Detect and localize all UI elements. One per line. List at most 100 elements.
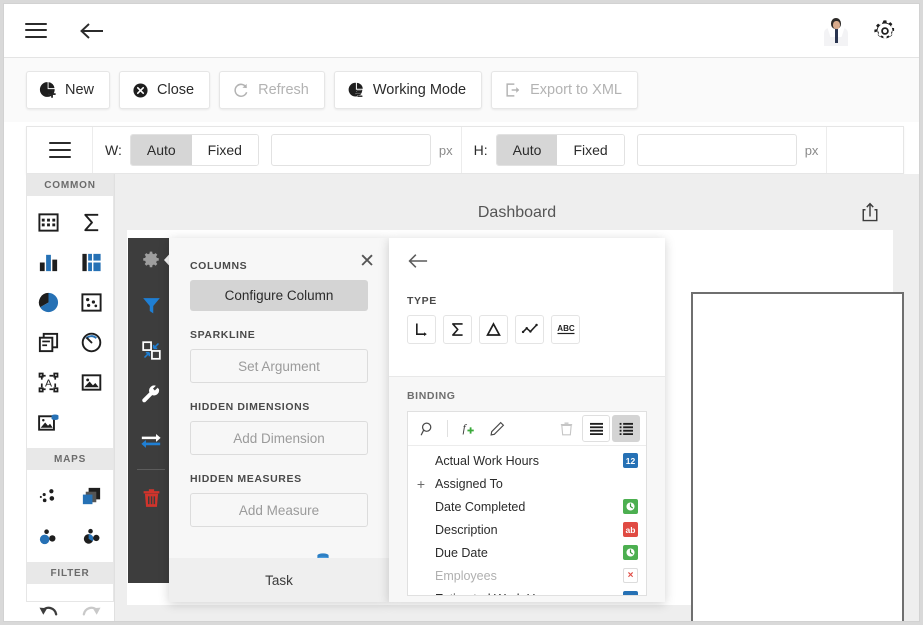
width-value-input[interactable] (270, 134, 431, 166)
field-name: Employees (435, 568, 497, 583)
field-name: Description (435, 522, 498, 537)
dimension-axis-icon[interactable] (407, 315, 436, 344)
add-dimension-button[interactable]: Add Dimension (190, 421, 368, 455)
columns-section-label: COLUMNS (190, 260, 248, 272)
height-controls: H: Auto Fixed px (462, 127, 827, 173)
hidden-dimensions-section-label: HIDDEN DIMENSIONS (190, 401, 310, 413)
list-item[interactable]: + Assigned To (408, 472, 646, 495)
bubble-map-icon[interactable] (27, 516, 70, 556)
close-icon[interactable]: ✕ (359, 252, 375, 271)
search-icon[interactable] (414, 416, 442, 442)
height-auto-option[interactable]: Auto (496, 135, 558, 165)
rail-item-filter[interactable] (128, 283, 174, 328)
choropleth-map-icon[interactable] (70, 476, 113, 516)
add-measure-button[interactable]: Add Measure (190, 493, 368, 527)
new-chart-icon (39, 81, 57, 99)
text-box-icon[interactable]: A (27, 362, 70, 402)
working-mode-button[interactable]: Working Mode (333, 71, 483, 109)
height-value-input[interactable] (636, 134, 797, 166)
action-toolbar: New Close Refresh Working Mode Export to… (4, 58, 919, 122)
width-mode-toggle[interactable]: Auto Fixed (129, 134, 259, 166)
rail-item-settings[interactable] (128, 238, 175, 283)
grid-table-icon[interactable] (27, 202, 70, 242)
data-source-value[interactable]: Task (169, 558, 389, 602)
expander-plus-icon[interactable]: + (414, 477, 428, 491)
type-binding-panel: TYPE ABC BINDING f Actual Work Hours 12 … (389, 238, 665, 602)
close-button[interactable]: Close (119, 71, 211, 109)
tree-view-icon[interactable] (612, 415, 640, 442)
field-type-badge-unavailable: × (623, 568, 638, 583)
list-item[interactable]: Estimated Work Hours 12 (408, 587, 646, 595)
undo-icon[interactable] (27, 590, 70, 621)
field-type-badge-date (623, 499, 638, 514)
width-fixed-option[interactable]: Fixed (191, 135, 258, 165)
trash-icon[interactable] (552, 416, 580, 442)
configure-column-button[interactable]: Configure Column (190, 280, 368, 311)
svg-text:ABC: ABC (557, 324, 575, 333)
bar-chart-icon[interactable] (27, 242, 70, 282)
scatter-plot-icon[interactable] (70, 282, 113, 322)
pie-chart-icon[interactable] (27, 282, 70, 322)
new-button[interactable]: New (26, 71, 111, 109)
text-abc-icon[interactable]: ABC (551, 315, 580, 344)
dot-map-icon[interactable] (27, 476, 70, 516)
gear-icon[interactable] (863, 9, 907, 53)
list-item[interactable]: Description ab (408, 518, 646, 541)
field-type-badge-number: 12 (623, 591, 638, 595)
image-icon[interactable] (70, 362, 113, 402)
rail-item-swap[interactable] (128, 418, 174, 463)
image-data-icon[interactable] (27, 402, 70, 442)
width-auto-option[interactable]: Auto (130, 135, 192, 165)
list-item[interactable]: Employees × (408, 564, 646, 587)
palette-section-filter-header: FILTER (27, 562, 113, 584)
user-avatar[interactable] (823, 16, 849, 46)
delta-icon[interactable] (479, 315, 508, 344)
share-export-icon[interactable] (861, 202, 879, 227)
bar-stacked-icon[interactable] (70, 242, 113, 282)
field-name: Due Date (435, 545, 488, 560)
widget-palette: COMMON A MAPS FILTER (26, 174, 114, 615)
size-menu-icon[interactable] (27, 127, 93, 173)
height-unit-label: px (804, 142, 819, 158)
refresh-button[interactable]: Refresh (219, 71, 325, 109)
rail-item-delete[interactable] (128, 476, 174, 521)
list-item[interactable]: Actual Work Hours 12 (408, 449, 646, 472)
widget-action-rail (128, 238, 175, 583)
card-text-icon[interactable] (27, 322, 70, 362)
width-controls: W: Auto Fixed px (93, 127, 461, 173)
palette-section-common-header: COMMON (27, 174, 113, 196)
binding-section-label: BINDING (407, 390, 456, 402)
add-calculated-field-icon[interactable]: f (453, 416, 481, 442)
measure-sum-icon[interactable] (443, 315, 472, 344)
binding-toolbar: f (408, 412, 646, 446)
hamburger-icon[interactable] (14, 9, 58, 53)
palette-section-maps-header: MAPS (27, 448, 113, 470)
edit-pencil-icon[interactable] (483, 416, 511, 442)
back-arrow-icon[interactable] (407, 252, 431, 275)
working-mode-icon (347, 81, 365, 99)
palette-section-common: A (27, 196, 113, 448)
list-view-icon[interactable] (582, 415, 610, 442)
list-item[interactable]: Due Date (408, 541, 646, 564)
binding-field-list[interactable]: Actual Work Hours 12 + Assigned To Date … (408, 446, 646, 595)
sigma-sum-icon[interactable] (70, 202, 113, 242)
top-bar (4, 4, 919, 58)
redo-icon[interactable] (70, 590, 113, 621)
pie-map-icon[interactable] (70, 516, 113, 556)
list-item[interactable]: Date Completed (408, 495, 646, 518)
set-argument-button[interactable]: Set Argument (190, 349, 368, 383)
gauge-icon[interactable] (70, 322, 113, 362)
working-mode-button-label: Working Mode (372, 82, 467, 98)
type-options: ABC (407, 315, 647, 344)
sparkline-icon[interactable] (515, 315, 544, 344)
dashboard-widget[interactable] (691, 292, 904, 621)
rail-item-wrench[interactable] (128, 373, 174, 418)
height-fixed-option[interactable]: Fixed (557, 135, 624, 165)
height-mode-toggle[interactable]: Auto Fixed (495, 134, 625, 166)
rail-item-duplicate[interactable] (128, 328, 174, 373)
palette-section-maps (27, 470, 113, 562)
back-arrow-icon[interactable] (70, 9, 114, 53)
type-section-label: TYPE (407, 295, 437, 307)
width-unit-label: px (438, 142, 453, 158)
export-to-xml-button[interactable]: Export to XML (491, 71, 638, 109)
